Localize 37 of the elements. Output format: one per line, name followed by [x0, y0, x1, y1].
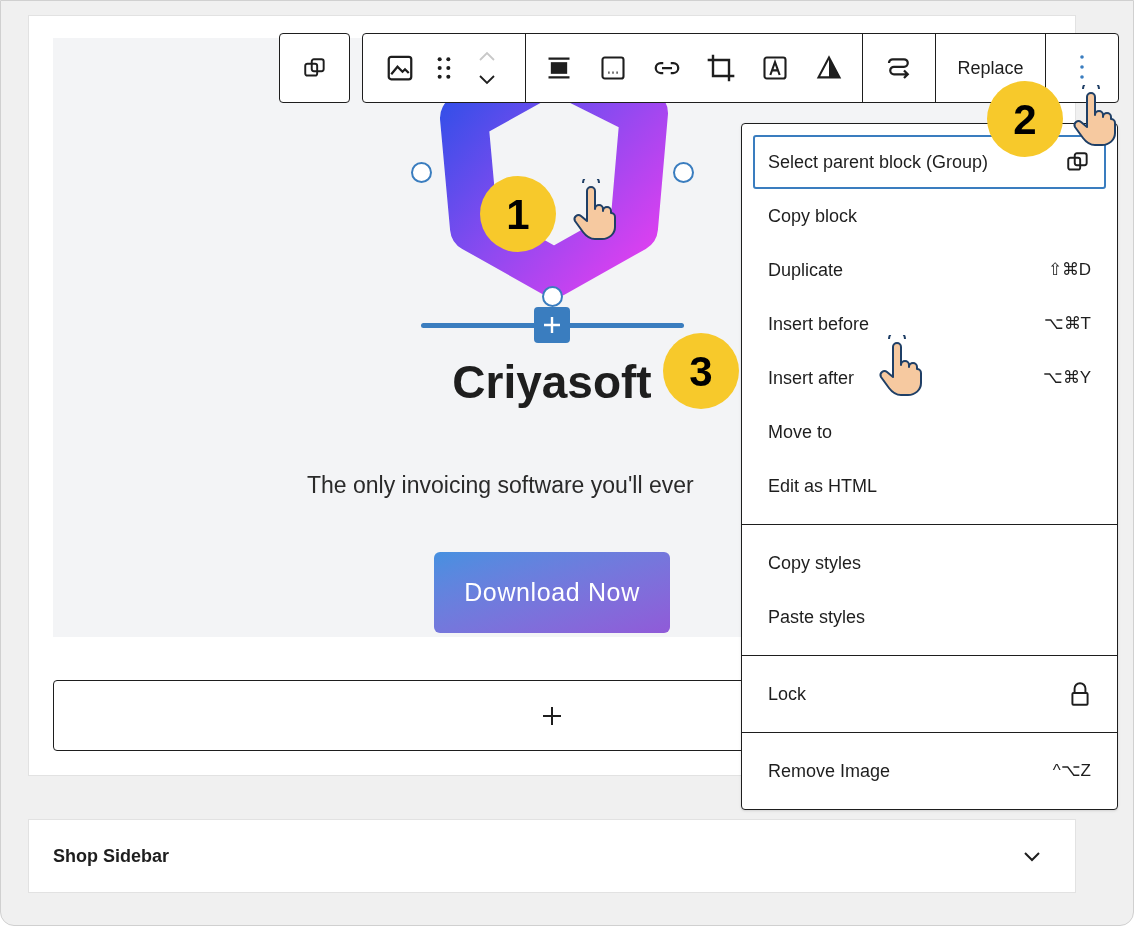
menu-item-label: Select parent block (Group) [768, 150, 989, 174]
download-button[interactable]: Download Now [434, 552, 670, 633]
menu-item-label: Duplicate [768, 258, 844, 282]
tagline: The only invoicing software you'll ever [307, 471, 694, 500]
menu-item[interactable]: Lock [753, 667, 1106, 721]
menu-item-label: Remove Image [768, 759, 891, 783]
plus-icon [542, 705, 562, 726]
menu-item-label: Edit as HTML [768, 474, 878, 498]
keyboard-shortcut: ⌥⌘Y [1042, 367, 1091, 390]
menu-item-label: Insert after [768, 366, 855, 390]
menu-item[interactable]: Paste styles [753, 590, 1106, 644]
plus-icon [542, 315, 562, 335]
menu-item-label: Paste styles [768, 605, 866, 629]
panel-title: Shop Sidebar [53, 844, 169, 868]
menu-item[interactable]: Move to [753, 405, 1106, 459]
menu-item-label: Insert before [768, 312, 870, 336]
site-title: Criyasoft [452, 356, 652, 408]
menu-item[interactable]: Edit as HTML [753, 459, 1106, 513]
menu-item-label: Copy block [768, 204, 858, 228]
resize-handle[interactable] [672, 162, 694, 183]
menu-item[interactable]: Copy block [753, 189, 1106, 243]
more-options-icon[interactable] [1078, 54, 1086, 80]
menu-item[interactable]: Copy styles [753, 536, 1106, 590]
keyboard-shortcut: ⌥⌘T [1043, 313, 1091, 336]
select-parent-button[interactable] [279, 33, 350, 103]
menu-item-label: Lock [768, 682, 807, 706]
menu-item[interactable]: Remove Image ^⌥Z [753, 744, 1106, 798]
replace-button[interactable]: Replace [957, 57, 1024, 79]
menu-item[interactable]: Duplicate ⇧⌘D [753, 243, 1106, 297]
resize-handle[interactable] [410, 162, 432, 183]
menu-item-label: Copy styles [768, 551, 862, 575]
menu-item[interactable]: Insert before ⌥⌘T [753, 297, 1106, 351]
keyboard-shortcut: ^⌥Z [1052, 760, 1091, 783]
keyboard-shortcut: ⇧⌘D [1047, 259, 1091, 282]
menu-item-label: Move to [768, 420, 833, 444]
menu-item[interactable]: Insert after ⌥⌘Y [753, 351, 1106, 405]
lock-icon [1069, 681, 1091, 707]
